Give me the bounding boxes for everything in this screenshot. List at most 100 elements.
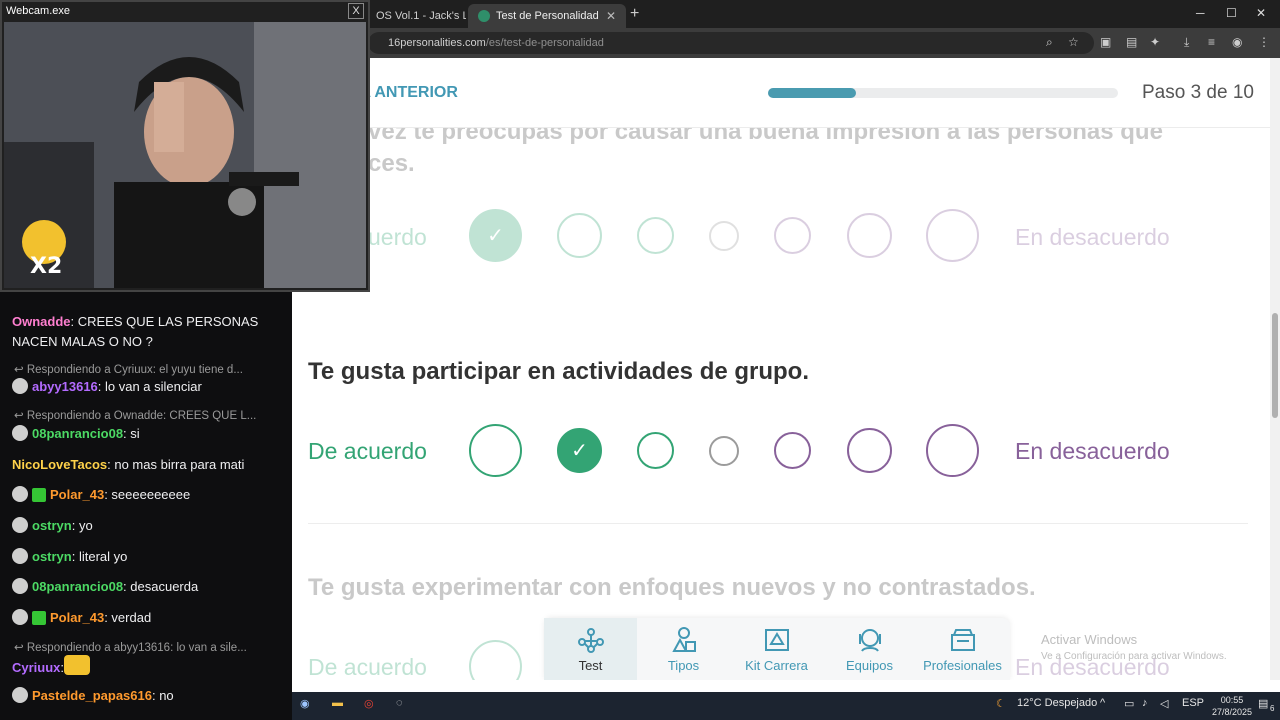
chat-message: NicoLoveTacos: no mas birra para mati [12,455,282,475]
puzzle-icon[interactable]: ✦ [1150,35,1160,49]
answer-option-5[interactable] [774,432,811,469]
agree-label: uerdo [368,224,427,250]
chat-username[interactable]: Polar_43 [50,610,104,625]
folder-icon [950,629,975,651]
question-line: ces. [368,150,415,177]
chat-text: : si [123,426,140,441]
nav-label: Profesionales [923,658,1002,673]
tab-16personalities[interactable]: Test de Personalidad Gratis | 16 ✕ [468,4,626,28]
answer-option-4[interactable] [709,436,739,466]
nav-tipos[interactable]: Tipos [637,618,730,680]
chat-username[interactable]: ostryn [32,518,72,533]
answer-option-1[interactable]: ✓ [469,209,522,262]
notification-center-icon[interactable]: ▤ [1258,697,1268,710]
media-icon[interactable]: ≡ [1208,35,1215,49]
url-field[interactable]: 16personalities.com/es/test-de-personali… [368,32,1094,54]
chat-reply-context: ↩ Respondiendo a Ownadde: CREES QUE L... [14,408,284,422]
answer-option-6[interactable] [847,213,892,258]
steam-icon[interactable]: ◉ [300,697,310,710]
tray-chevron-icon[interactable]: ^ [1100,697,1105,709]
file-explorer-icon[interactable]: ▬ [332,697,343,709]
site-favicon-icon [478,10,490,22]
clock[interactable]: 00:55 27/8/2025 [1212,694,1252,718]
answer-option-5[interactable] [774,217,811,254]
zoom-icon[interactable]: ⌕ [1046,35,1053,50]
notification-count: 6 [1270,704,1275,713]
answer-option-2[interactable] [557,213,602,258]
answer-option-1[interactable] [469,640,522,680]
user-avatar-icon [12,609,28,625]
sub-badge-icon [32,611,46,625]
answer-option-7[interactable] [926,424,979,477]
chat-message: 08panrancio08: desacuerda [12,577,282,597]
translate-icon[interactable]: ▤ [1126,35,1137,49]
chat-username[interactable]: Ownadde [12,314,71,329]
clock-date: 27/8/2025 [1212,707,1253,717]
answer-option-2[interactable]: ✓ [557,428,602,473]
shapes-icon [671,627,696,652]
answer-option-4[interactable] [709,221,739,251]
chat-text: : lo van a silenciar [97,379,202,394]
answer-option-6[interactable] [847,428,892,473]
chat-username[interactable]: 08panrancio08 [32,579,123,594]
answer-option-3[interactable] [637,432,674,469]
chat-username[interactable]: 08panrancio08 [32,426,123,441]
career-icon [764,629,789,651]
extension-icon[interactable]: ▣ [1100,35,1111,49]
url-host: 16personalities.com [388,37,486,49]
new-tab-button[interactable]: + [630,5,639,23]
url-path: /es/test-de-personalidad [485,37,604,49]
chat-message: ostryn: literal yo [12,547,282,567]
tab-label: OS Vol.1 - Jack's Lan [376,10,466,22]
chat-message: Polar_43: verdad [12,608,282,628]
obs-icon[interactable]: ◌ [396,697,403,709]
screen: { "browser": { "tabs": [ {"label": "OS V… [0,0,1280,720]
sub-badge-icon [32,488,46,502]
network-tray-icon[interactable]: ▭ [1124,697,1134,710]
chat-username[interactable]: ostryn [32,549,72,564]
agree-label: De acuerdo [308,654,427,680]
page-scrollbar[interactable] [1270,58,1280,680]
tab-jacks-lan[interactable]: OS Vol.1 - Jack's Lan ✕ [366,4,466,28]
chat-reply-context: ↩ Respondiendo a Cyriuux: el yuyu tiene … [14,362,284,376]
chat-username[interactable]: abyy13616 [32,379,98,394]
question-divider [308,523,1248,524]
nav-equipos[interactable]: Equipos [823,618,916,680]
weather-text[interactable]: 12°C Despejado [1017,697,1097,709]
chat-username[interactable]: Pastelde_papas616 [32,688,152,703]
maximize-button[interactable]: ☐ [1226,6,1237,20]
minimize-button[interactable]: ─ [1196,6,1205,20]
reply-text: Respondiendo a Ownadde: CREES QUE L... [26,410,257,422]
reply-icon: ↩ [14,410,27,422]
chat-username[interactable]: Polar_43 [50,487,104,502]
question-text: Te gusta experimentar con enfoques nuevo… [308,574,1036,601]
chat-username[interactable]: Cyriuux [12,660,60,675]
chat-text: : literal yo [71,549,128,564]
webcam-close-button[interactable]: X [348,3,364,19]
close-window-button[interactable]: ✕ [1256,6,1266,20]
answer-option-1[interactable] [469,424,522,477]
nav-profesionales[interactable]: Profesionales [916,618,1009,680]
chat-text: : no [151,688,174,703]
answer-option-3[interactable] [637,217,674,254]
profile-avatar-icon[interactable]: ◉ [1232,35,1242,49]
nav-label: Kit Carrera [745,658,808,673]
answer-option-7[interactable] [926,209,979,262]
nav-label: Tipos [667,658,700,673]
nav-kit-carrera[interactable]: Kit Carrera [730,618,823,680]
windows-taskbar: ◉ ▬ ◎ ◌ ☾ 12°C Despejado ^ ▭ ♪ ◁ ESP 00:… [292,692,1280,720]
nav-label: Test [578,658,603,673]
chrome-icon[interactable]: ◎ [364,697,374,710]
webcam-overlay-text: X2 [30,254,63,279]
bookmark-star-icon[interactable]: ☆ [1068,35,1079,49]
menu-kebab-icon[interactable]: ⋮ [1258,35,1270,49]
nav-test[interactable]: Test [544,618,637,680]
scrollbar-thumb[interactable] [1272,313,1278,418]
mic-icon[interactable]: ♪ [1142,697,1148,709]
webcam-window: Webcam.exe X X2 [0,0,370,292]
speaker-icon[interactable]: ◁ [1160,697,1168,710]
tab-close-icon[interactable]: ✕ [606,9,616,23]
chat-username[interactable]: NicoLoveTacos [12,457,107,472]
language-indicator[interactable]: ESP [1182,697,1204,709]
download-icon[interactable]: ⤓ [1184,35,1189,50]
